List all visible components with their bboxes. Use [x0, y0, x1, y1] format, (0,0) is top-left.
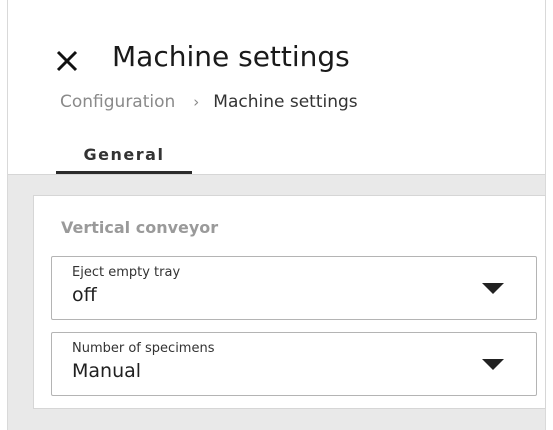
- close-button[interactable]: [54, 48, 80, 74]
- select-value: Manual: [72, 360, 142, 382]
- dropdown-arrow-icon: [482, 359, 504, 370]
- breadcrumb-item-configuration[interactable]: Configuration: [60, 92, 175, 112]
- page-header: Machine settings Configuration › Machine…: [8, 0, 545, 174]
- select-label: Eject empty tray: [72, 265, 181, 280]
- breadcrumb: Configuration › Machine settings: [60, 92, 358, 112]
- number-of-specimens-select[interactable]: Number of specimens Manual: [51, 332, 537, 396]
- section-title: Vertical conveyor: [61, 218, 219, 237]
- breadcrumb-separator-icon: ›: [193, 93, 200, 111]
- breadcrumb-item-current: Machine settings: [213, 92, 358, 112]
- page-title: Machine settings: [112, 40, 350, 73]
- settings-panel: Machine settings Configuration › Machine…: [7, 0, 546, 430]
- vertical-conveyor-card: Vertical conveyor Eject empty tray off N…: [33, 195, 546, 409]
- content-area: Vertical conveyor Eject empty tray off N…: [8, 174, 546, 430]
- close-icon: [56, 50, 78, 72]
- select-value: off: [72, 284, 97, 306]
- tab-general[interactable]: General: [56, 138, 192, 174]
- select-label: Number of specimens: [72, 341, 215, 356]
- eject-empty-tray-select[interactable]: Eject empty tray off: [51, 256, 537, 320]
- dropdown-arrow-icon: [482, 283, 504, 294]
